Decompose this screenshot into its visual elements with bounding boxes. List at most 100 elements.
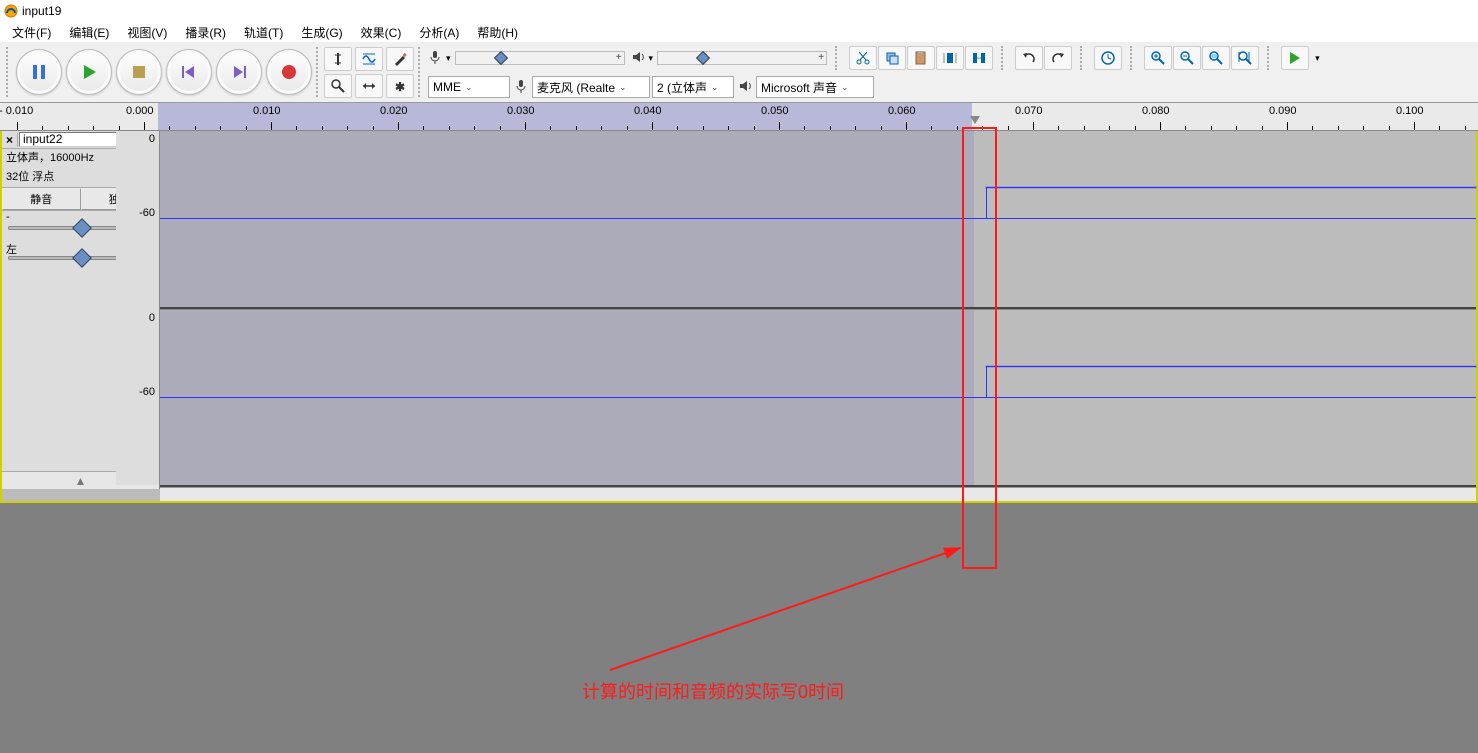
waveform-baseline (160, 397, 1476, 398)
horizontal-scrollbar[interactable] (160, 487, 1476, 501)
pan-left-label: 左 (6, 241, 17, 257)
toolbar-grip[interactable] (1080, 46, 1086, 70)
trim-button[interactable] (936, 46, 964, 70)
recording-device-combo[interactable]: 麦克风 (Realte⌄ (532, 76, 650, 98)
ruler-label: 0.090 (1269, 105, 1297, 117)
mute-button[interactable]: 静音 (2, 188, 81, 210)
db-label: 0 (149, 312, 155, 324)
ruler-label: - 0.010 (0, 105, 33, 117)
zoom-out-button[interactable] (1173, 46, 1201, 70)
svg-text:✱: ✱ (395, 80, 405, 94)
record-button[interactable] (266, 49, 312, 95)
menu-view[interactable]: 视图(V) (119, 23, 175, 42)
paste-button[interactable] (907, 46, 935, 70)
menu-track[interactable]: 轨道(T) (236, 23, 291, 42)
playhead-icon[interactable] (970, 116, 980, 124)
menu-edit[interactable]: 编辑(E) (61, 23, 117, 42)
toolbar-grip[interactable] (316, 47, 322, 97)
pause-button[interactable] (16, 49, 62, 95)
ruler-label: 0.010 (253, 105, 281, 117)
menu-file[interactable]: 文件(F) (4, 23, 59, 42)
selection-tool-button[interactable] (324, 47, 352, 71)
dropdown-arrow-icon[interactable]: ▾ (1315, 53, 1320, 64)
meter-arrow-icon: ▾ (649, 53, 654, 64)
edit-toolbar (849, 46, 993, 70)
titlebar: input19 (0, 0, 1478, 22)
play-at-speed-button[interactable] (1281, 46, 1309, 70)
ruler-label: 0.050 (761, 105, 789, 117)
db-label: -60 (139, 207, 155, 219)
ruler-label: 0.100 (1396, 105, 1424, 117)
menu-generate[interactable]: 生成(G) (293, 23, 350, 42)
zoom-in-button[interactable] (1144, 46, 1172, 70)
toolbar-grip[interactable] (1001, 46, 1007, 70)
ruler-label: 0.080 (1142, 105, 1170, 117)
annotation-arrow (600, 540, 1000, 680)
menu-play-record[interactable]: 播录(R) (177, 23, 234, 42)
db-scale: 0 -60 (116, 131, 160, 307)
meters-and-device: ▾ + ▾ + (426, 44, 1322, 100)
menu-help[interactable]: 帮助(H) (469, 23, 526, 42)
fit-project-button[interactable] (1231, 46, 1259, 70)
copy-button[interactable] (878, 46, 906, 70)
play-button[interactable] (66, 49, 112, 95)
ruler-label: 0.030 (507, 105, 535, 117)
mic-icon (428, 50, 442, 67)
ruler-label: 0.020 (380, 105, 408, 117)
toolbar-grip[interactable] (418, 47, 424, 97)
device-toolbar: MME⌄ 麦克风 (Realte⌄ 2 (立体声⌄ Microsoft 声音⌄ (428, 76, 1320, 98)
combo-value: 麦克风 (Realte (537, 79, 615, 96)
stop-button[interactable] (116, 49, 162, 95)
zoom-tool-button[interactable] (324, 74, 352, 98)
playback-meter[interactable]: ▾ + (631, 50, 828, 67)
menubar: 文件(F) 编辑(E) 视图(V) 播录(R) 轨道(T) 生成(G) 效果(C… (0, 22, 1478, 42)
waveform-area[interactable]: 0 -60 0 -60 (160, 131, 1476, 489)
ruler-label: 0.040 (634, 105, 662, 117)
ruler-label: 0.060 (888, 105, 916, 117)
ruler-label: 0.070 (1015, 105, 1043, 117)
meter-arrow-icon: ▾ (446, 53, 451, 64)
timeshift-tool-button[interactable] (355, 74, 383, 98)
timeline-ruler[interactable]: - 0.0100.0000.0100.0200.0300.0400.0500.0… (0, 103, 1478, 131)
cut-button[interactable] (849, 46, 877, 70)
silence-button[interactable] (965, 46, 993, 70)
combo-value: 2 (立体声 (657, 79, 707, 96)
draw-tool-button[interactable] (386, 47, 414, 71)
playback-device-combo[interactable]: Microsoft 声音⌄ (756, 76, 874, 98)
waveform-step (986, 366, 987, 397)
toolbar-grip[interactable] (6, 47, 12, 97)
undo-button[interactable] (1015, 46, 1043, 70)
window-title: input19 (22, 4, 61, 18)
waveform-signal (986, 366, 1476, 367)
annotation-text: 计算的时间和音频的实际写0时间 (582, 678, 844, 704)
skip-end-button[interactable] (216, 49, 262, 95)
recording-channels-combo[interactable]: 2 (立体声⌄ (652, 76, 734, 98)
track-close-button[interactable]: × (2, 133, 18, 147)
sync-lock-button[interactable] (1094, 46, 1122, 70)
channel-right[interactable]: 0 -60 (160, 309, 1476, 487)
recording-meter[interactable]: ▾ + (428, 50, 625, 67)
channel-left[interactable]: 0 -60 (160, 131, 1476, 309)
envelope-tool-button[interactable] (355, 47, 383, 71)
toolbar-grip[interactable] (1130, 46, 1136, 70)
undo-toolbar (1015, 46, 1072, 70)
toolbar-grip[interactable] (835, 46, 841, 70)
db-scale: 0 -60 (116, 310, 160, 485)
db-label: 0 (149, 133, 155, 145)
tools-toolbar: ✱ (324, 46, 416, 99)
track-area: × input22 ▼ 立体声，16000Hz 32位 浮点 静音 独奏 - +… (0, 131, 1478, 503)
toolbar-area: ✱ ▾ + ▾ + (0, 42, 1478, 103)
redo-button[interactable] (1044, 46, 1072, 70)
skip-start-button[interactable] (166, 49, 212, 95)
audio-host-combo[interactable]: MME⌄ (428, 76, 510, 98)
waveform-step (986, 187, 987, 218)
speaker-icon (631, 50, 645, 67)
toolbar-grip[interactable] (1267, 46, 1273, 70)
menu-analyze[interactable]: 分析(A) (411, 23, 467, 42)
fit-selection-button[interactable] (1202, 46, 1230, 70)
waveform-selection (160, 131, 974, 307)
waveform-signal (986, 187, 1476, 188)
db-label: -60 (139, 386, 155, 398)
multi-tool-button[interactable]: ✱ (386, 74, 414, 98)
menu-effect[interactable]: 效果(C) (353, 23, 410, 42)
